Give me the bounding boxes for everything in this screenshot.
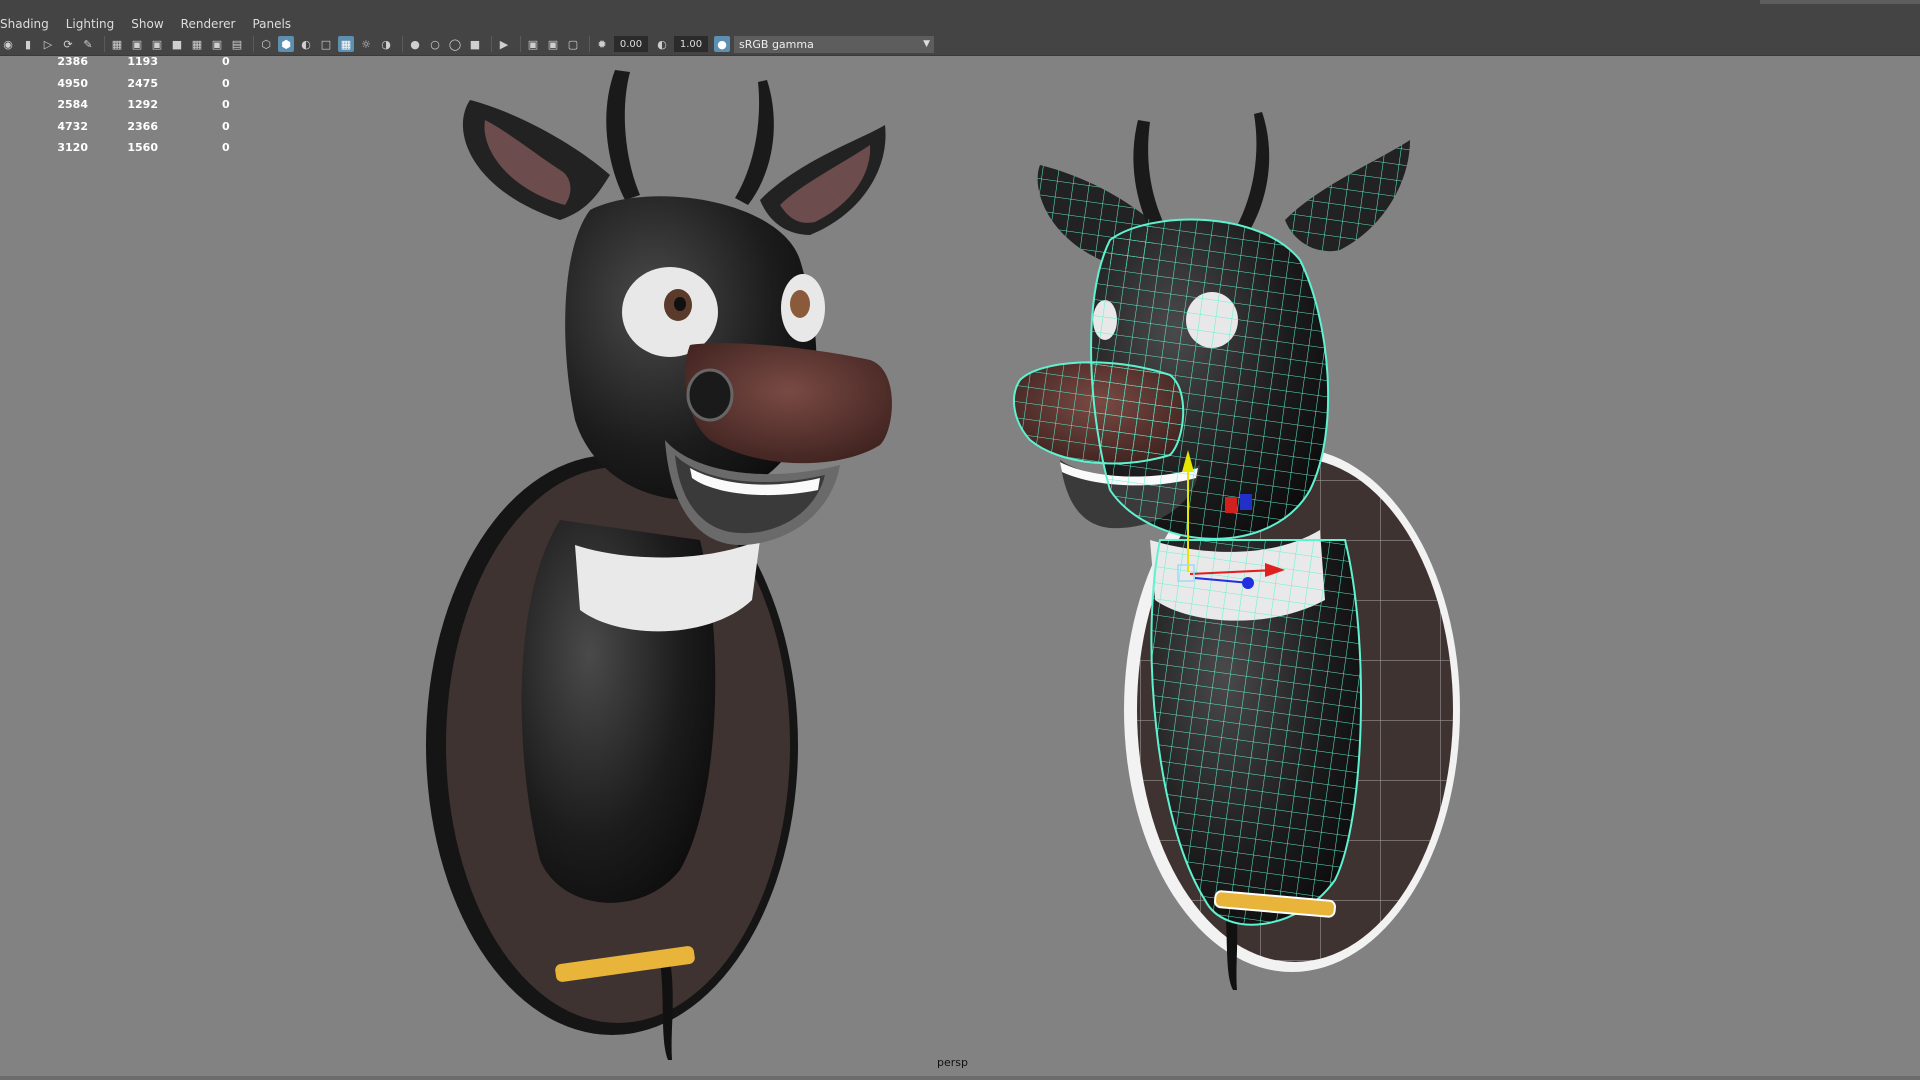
gate-mask-icon[interactable]: ■: [169, 36, 185, 52]
film-gate-icon[interactable]: ▣: [129, 36, 145, 52]
toolbar-separator: [104, 36, 105, 52]
wireframe-icon[interactable]: ⬡: [258, 36, 274, 52]
safe-title-icon[interactable]: ▤: [229, 36, 245, 52]
resolution-gate-icon[interactable]: ▣: [149, 36, 165, 52]
menu-show[interactable]: Show: [131, 17, 172, 31]
color-space-value: sRGB gamma: [739, 37, 814, 51]
shadows-icon[interactable]: ◑: [378, 36, 394, 52]
motion-blur-icon[interactable]: ○: [427, 36, 443, 52]
menu-lighting[interactable]: Lighting: [66, 17, 124, 31]
menu-renderer[interactable]: Renderer: [181, 17, 245, 31]
plane-handle-yz[interactable]: [1240, 494, 1252, 510]
z-axis-tip[interactable]: [1242, 577, 1254, 589]
textured-icon[interactable]: ▦: [338, 36, 354, 52]
camera-icon[interactable]: ◉: [0, 36, 16, 52]
color-management-icon[interactable]: ●: [714, 36, 730, 52]
exposure-icon[interactable]: ✹: [594, 36, 610, 52]
top-status-strip: [0, 0, 1920, 15]
panel-bottom-edge: [0, 1076, 1920, 1080]
move-camera-icon[interactable]: ⟳: [60, 36, 76, 52]
field-chart-icon[interactable]: ▦: [189, 36, 205, 52]
plane-handle-xy[interactable]: [1225, 497, 1237, 513]
menu-shading[interactable]: Shading: [0, 17, 58, 31]
xray-joints-icon[interactable]: ▣: [545, 36, 561, 52]
camera-name-label: persp: [937, 1056, 968, 1069]
xray-icon[interactable]: ▣: [525, 36, 541, 52]
menu-panels[interactable]: Panels: [252, 17, 300, 31]
flat-shade-icon[interactable]: ◐: [298, 36, 314, 52]
anti-aliasing-icon[interactable]: ◯: [447, 36, 463, 52]
top-right-field[interactable]: [1760, 0, 1920, 4]
right-antler-wire: [1238, 112, 1270, 230]
bounding-box-icon[interactable]: □: [318, 36, 334, 52]
safe-action-icon[interactable]: ▣: [209, 36, 225, 52]
image-plane-icon[interactable]: ▷: [40, 36, 56, 52]
ambient-occlusion-icon[interactable]: ●: [407, 36, 423, 52]
toolbar-separator: [253, 36, 254, 52]
lights-icon[interactable]: ☼: [358, 36, 374, 52]
paint-icon[interactable]: ✎: [80, 36, 96, 52]
deer-model-wireframe[interactable]: [1013, 112, 1460, 990]
viewport-scene: [426, 70, 1460, 1060]
grid-icon[interactable]: ▦: [109, 36, 125, 52]
right-pupil: [790, 290, 810, 318]
xray-components-icon[interactable]: ▢: [565, 36, 581, 52]
toolbar-separator: [589, 36, 590, 52]
bookmark-icon[interactable]: ▮: [20, 36, 36, 52]
depth-of-field-icon[interactable]: ■: [467, 36, 483, 52]
chevron-down-icon: ▼: [923, 39, 930, 49]
smooth-shade-icon[interactable]: ⬢: [278, 36, 294, 52]
toolbar-separator: [520, 36, 521, 52]
left-pupil-dot: [674, 297, 686, 311]
deer-model-shaded[interactable]: [426, 70, 892, 1060]
gamma-field[interactable]: [674, 36, 708, 52]
toolbar-separator: [491, 36, 492, 52]
panel-toolbar: ◉ ▮ ▷ ⟳ ✎ ▦ ▣ ▣ ■ ▦ ▣ ▤ ⬡ ⬢ ◐ □ ▦ ☼ ◑ ● …: [0, 33, 1920, 56]
wire-right-ear: [1285, 140, 1410, 252]
gamma-icon[interactable]: ◐: [654, 36, 670, 52]
3d-viewport[interactable]: [0, 56, 1920, 1076]
exposure-field[interactable]: [614, 36, 648, 52]
panel-menu-bar: Shading Lighting Show Renderer Panels: [0, 14, 1920, 33]
wire-muzzle: [1014, 362, 1184, 464]
isolate-select-icon[interactable]: ▶: [496, 36, 512, 52]
nostril: [686, 368, 734, 422]
right-antler: [735, 80, 774, 205]
color-space-dropdown[interactable]: sRGB gamma ▼: [734, 35, 934, 53]
left-antler: [606, 70, 640, 200]
toolbar-separator: [402, 36, 403, 52]
